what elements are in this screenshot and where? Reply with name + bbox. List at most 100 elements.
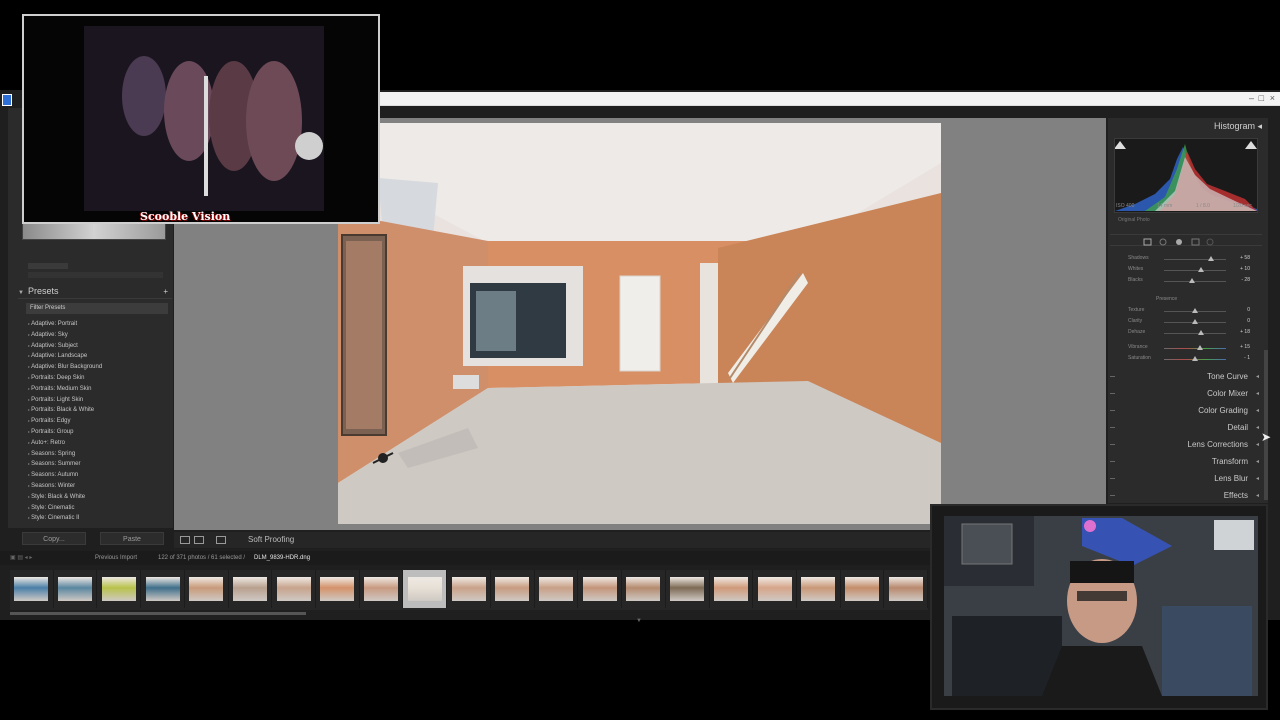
slider-clarity[interactable]: Clarity 0 xyxy=(1120,317,1260,327)
minimize-icon[interactable]: – xyxy=(1249,93,1254,103)
close-icon[interactable]: × xyxy=(1270,93,1275,103)
filmstrip-thumbnail[interactable] xyxy=(58,577,93,601)
section-lens-corrections[interactable]: Lens Corrections xyxy=(1110,437,1262,453)
filmstrip-cell[interactable] xyxy=(272,570,317,608)
filmstrip-cell[interactable] xyxy=(491,570,535,608)
filmstrip-thumbnail[interactable] xyxy=(364,577,399,601)
section-effects[interactable]: Effects xyxy=(1110,488,1262,504)
loupe-view-icon[interactable] xyxy=(180,536,190,544)
panel-switch-icon[interactable] xyxy=(1110,427,1115,428)
filmstrip-thumbnail[interactable] xyxy=(582,577,617,601)
preset-item[interactable]: Seasons: Spring xyxy=(28,449,168,460)
section-tone-curve[interactable]: Tone Curve xyxy=(1110,369,1262,385)
slider-value[interactable]: + 58 xyxy=(1240,255,1250,261)
filmstrip-thumbnail[interactable] xyxy=(538,577,573,601)
preset-item[interactable]: Adaptive: Landscape xyxy=(28,351,168,362)
filmstrip-thumbnail[interactable] xyxy=(495,577,530,601)
preset-item[interactable]: Adaptive: Blur Background xyxy=(28,362,168,373)
preset-item[interactable]: Style: Cinematic II xyxy=(28,513,168,524)
filmstrip-thumbnail[interactable] xyxy=(145,577,180,601)
panel-switch-icon[interactable] xyxy=(1110,495,1115,496)
slider-shadows[interactable]: Shadows + 58 xyxy=(1120,254,1260,264)
filmstrip-scrollbar[interactable] xyxy=(10,612,306,615)
preset-item[interactable]: Portraits: Group xyxy=(28,427,168,438)
filmstrip-cell[interactable] xyxy=(841,570,885,608)
preset-item[interactable]: Seasons: Winter xyxy=(28,481,168,492)
slider-value[interactable]: + 10 xyxy=(1240,266,1250,272)
preset-item[interactable]: Portraits: Edgy xyxy=(28,416,168,427)
filmstrip-cell[interactable] xyxy=(229,570,273,608)
slider-vibrance[interactable]: Vibrance + 15 xyxy=(1120,343,1260,353)
slider-texture[interactable]: Texture 0 xyxy=(1120,306,1260,316)
filmstrip-cell[interactable] xyxy=(535,570,579,608)
filmstrip-cell[interactable] xyxy=(141,570,185,608)
slider-track[interactable] xyxy=(1164,333,1226,334)
main-photo[interactable] xyxy=(338,123,941,524)
panel-switch-icon[interactable] xyxy=(1110,410,1115,411)
slider-knob[interactable] xyxy=(1207,256,1214,261)
preset-item[interactable]: Portraits: Black & White xyxy=(28,405,168,416)
panel-switch-icon[interactable] xyxy=(1110,376,1115,377)
filmstrip-cell[interactable] xyxy=(316,570,360,608)
filmstrip-thumbnail[interactable] xyxy=(845,577,880,601)
filmstrip-cell[interactable] xyxy=(578,570,623,608)
snapshot-row[interactable] xyxy=(28,272,163,278)
slider-track[interactable] xyxy=(1164,281,1226,282)
preset-item[interactable]: Auto+: Retro xyxy=(28,438,168,449)
filmstrip-thumbnail[interactable] xyxy=(14,577,49,601)
filmstrip-thumbnail[interactable] xyxy=(757,577,792,601)
right-panel-scrollbar[interactable] xyxy=(1264,350,1268,500)
preset-item[interactable]: Adaptive: Subject xyxy=(28,341,168,352)
slider-track[interactable] xyxy=(1164,259,1226,260)
filmstrip-source[interactable]: Previous Import xyxy=(95,551,137,565)
filmstrip-thumbnail[interactable] xyxy=(276,577,311,601)
preset-item[interactable]: Style: Black & White xyxy=(28,492,168,503)
slider-knob[interactable] xyxy=(1188,278,1195,283)
preset-item[interactable]: Portraits: Medium Skin xyxy=(28,384,168,395)
bottom-panel-toggle-icon[interactable]: ▼ xyxy=(636,618,642,624)
filmstrip-thumbnail[interactable] xyxy=(320,577,355,601)
panel-switch-icon[interactable] xyxy=(1110,393,1115,394)
slider-knob[interactable] xyxy=(1192,308,1198,313)
slider-knob[interactable] xyxy=(1198,330,1205,335)
filmstrip-thumbnail[interactable] xyxy=(888,577,923,601)
filmstrip-cell[interactable] xyxy=(622,570,666,608)
grid-view-icon[interactable] xyxy=(194,536,204,544)
filmstrip-thumbnail[interactable] xyxy=(232,577,267,601)
slider-knob[interactable] xyxy=(1198,267,1205,272)
slider-whites[interactable]: Whites + 10 xyxy=(1120,265,1260,275)
window-title-bar[interactable]: – □ × xyxy=(380,92,1280,106)
slider-knob[interactable] xyxy=(1196,345,1203,350)
soft-proofing-label[interactable]: Soft Proofing xyxy=(248,535,294,544)
panel-switch-icon[interactable] xyxy=(1110,444,1115,445)
slider-value[interactable]: - 1 xyxy=(1244,355,1250,361)
filmstrip-cell[interactable] xyxy=(97,570,142,608)
slider-blacks[interactable]: Blacks - 28 xyxy=(1120,276,1260,286)
slider-value[interactable]: + 18 xyxy=(1240,329,1250,335)
panel-switch-icon[interactable] xyxy=(1110,478,1115,479)
filmstrip-cell[interactable] xyxy=(797,570,841,608)
filmstrip-thumbnail[interactable] xyxy=(713,577,748,601)
filmstrip-cell[interactable] xyxy=(54,570,98,608)
slider-track[interactable] xyxy=(1164,348,1226,349)
slider-dehaze[interactable]: Dehaze + 18 xyxy=(1120,328,1260,338)
filmstrip-cell[interactable] xyxy=(710,570,754,608)
preset-item[interactable]: Style: Cinematic xyxy=(28,503,168,514)
filmstrip-cell[interactable] xyxy=(884,570,929,608)
slider-knob[interactable] xyxy=(1192,319,1198,324)
slider-value[interactable]: - 28 xyxy=(1241,277,1250,283)
desktop-file-icon[interactable] xyxy=(2,94,12,106)
collapse-triangle-icon[interactable]: ▼ xyxy=(18,290,24,296)
preset-item[interactable]: Adaptive: Portrait xyxy=(28,319,168,330)
compare-view-icon[interactable] xyxy=(216,536,226,544)
filmstrip-cell[interactable] xyxy=(10,570,54,608)
slider-saturation[interactable]: Saturation - 1 xyxy=(1120,354,1260,364)
filter-presets-field[interactable]: Filter Presets xyxy=(26,303,168,314)
slider-value[interactable]: + 15 xyxy=(1240,344,1250,350)
section-color-mixer[interactable]: Color Mixer xyxy=(1110,386,1262,402)
filmstrip-thumbnail[interactable] xyxy=(801,577,836,601)
preset-item[interactable]: Portraits: Deep Skin xyxy=(28,373,168,384)
filmstrip-thumbnail[interactable] xyxy=(101,577,136,601)
filmstrip-thumbnail[interactable] xyxy=(407,577,442,601)
presets-panel-header[interactable]: ▼ Presets + xyxy=(18,286,172,299)
